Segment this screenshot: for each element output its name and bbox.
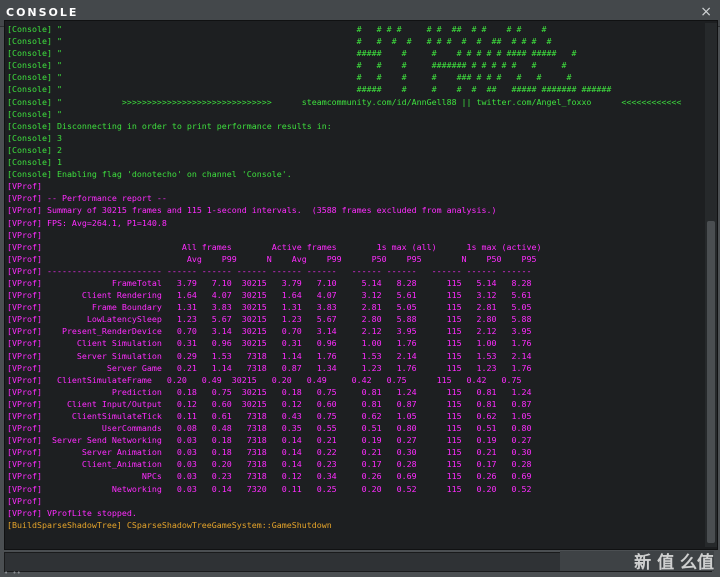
console-line: [VProf] -- Performance report -- <box>7 192 699 204</box>
console-line: [VProf] Server Animation 0.03 0.18 7318 … <box>7 446 699 458</box>
console-line-text: [VProf] Client Simulation 0.31 0.96 3021… <box>7 338 532 349</box>
console-window: CONSOLE × [Console] " # # # # # # ## # #… <box>0 0 720 577</box>
console-line-text: [VProf] Networking 0.03 0.14 7320 0.11 0… <box>7 483 532 494</box>
console-line-text: [VProf] FPS: Avg=264.1, P1=140.8 <box>7 217 167 228</box>
console-line: [VProf] Server Send Networking 0.03 0.18… <box>7 434 699 446</box>
console-line: [Console] " ##### # # # # # # # #### ###… <box>7 47 699 59</box>
console-line-text: [Console] 1 <box>7 157 62 168</box>
console-line-text: [VProf] <box>7 495 42 506</box>
console-line: [VProf] Summary of 30215 frames and 115 … <box>7 204 699 216</box>
console-line-text: [VProf] Server Send Networking 0.03 0.18… <box>7 435 532 446</box>
console-line: [Console] 2 <box>7 144 699 156</box>
console-line-text: [VProf] Summary of 30215 frames and 115 … <box>7 205 497 216</box>
console-line-text: [VProf] Client_Animation 0.03 0.20 7318 … <box>7 459 532 470</box>
footer-text: • •• <box>4 569 21 577</box>
console-line-text: [Console] " # # # ####### # # # # # # # <box>7 60 567 71</box>
console-line-text: [Console] 2 <box>7 144 62 155</box>
console-line: [VProf] ----------------------- ------ -… <box>7 265 699 277</box>
console-line-text: [VProf] Prediction 0.18 0.75 30215 0.18 … <box>7 386 532 397</box>
console-line: [VProf] Client_Animation 0.03 0.20 7318 … <box>7 458 699 470</box>
console-line-text: [Console] " ##### # # # # ## ##### #####… <box>7 84 612 95</box>
console-line: [VProf] Present_RenderDevice 0.70 3.14 3… <box>7 325 699 337</box>
console-line-text: [VProf] ClientSimulateFrame 0.20 0.49 30… <box>7 374 522 385</box>
console-line: [VProf] Prediction 0.18 0.75 30215 0.18 … <box>7 386 699 398</box>
console-line: [VProf] <box>7 495 699 507</box>
console-line-text: [VProf] Client Rendering 1.64 4.07 30215… <box>7 290 532 301</box>
console-line: [Console] " ##### # # # # ## ##### #####… <box>7 83 699 95</box>
console-line-text: [Console] 3 <box>7 132 62 143</box>
window-title: CONSOLE <box>6 6 79 19</box>
console-line-text: [VProf] Client Input/Output 0.12 0.60 30… <box>7 398 532 409</box>
watermark-logo: 新 值 么值 <box>634 553 714 573</box>
console-line-text: [VProf] <box>7 181 42 192</box>
console-line-text: [VProf] <box>7 229 42 240</box>
console-line-text: [Console] Enabling flag 'donotecho' on c… <box>7 169 292 180</box>
console-line: [VProf] <box>7 180 699 192</box>
console-line-text: [Console] " # # # # # # ## # # # # # <box>7 24 547 34</box>
close-icon[interactable]: × <box>700 4 712 20</box>
console-line-text: [VProf] Server Animation 0.03 0.18 7318 … <box>7 447 532 458</box>
console-line: [VProf] Server Simulation 0.29 1.53 7318… <box>7 350 699 362</box>
console-output: [Console] " # # # # # # ## # # # # # [Con… <box>7 23 699 547</box>
console-line-text: [Console] Disconnecting in order to prin… <box>7 120 332 131</box>
console-line: [VProf] Networking 0.03 0.14 7320 0.11 0… <box>7 483 699 495</box>
console-line-text: [BuildSparseShadowTree] CSparseShadowTre… <box>7 519 332 530</box>
console-line-text: [VProf] Frame Boundary 1.31 3.83 30215 1… <box>7 302 532 313</box>
console-line: [VProf] Client Rendering 1.64 4.07 30215… <box>7 289 699 301</box>
console-line: [Console] " # # # ####### # # # # # # # <box>7 59 699 71</box>
console-line-text: [VProf] LowLatencySleep 1.23 5.67 30215 … <box>7 314 532 325</box>
vertical-scrollbar[interactable] <box>705 23 717 547</box>
console-line: [VProf] All frames Active frames 1s max … <box>7 241 699 253</box>
console-line-text: [Console] " # # # # # # # # # ## # # # # <box>7 36 552 47</box>
console-line: [VProf] ClientSimulateTick 0.11 0.61 731… <box>7 410 699 422</box>
console-line: [Console] " >>>>>>>>>>>>>>>>>>>>>>>>>>>>… <box>7 96 699 108</box>
console-line: [VProf] Avg P99 N Avg P99 P50 P95 N P50 … <box>7 253 699 265</box>
console-line-text: [VProf] NPCs 0.03 0.23 7318 0.12 0.34 0.… <box>7 471 532 482</box>
console-line: [BuildSparseShadowTree] CSparseShadowTre… <box>7 519 699 531</box>
console-line: [Console] Enabling flag 'donotecho' on c… <box>7 168 699 180</box>
console-output-panel: [Console] " # # # # # # ## # # # # # [Con… <box>4 20 718 550</box>
console-line: [Console] " # # # # ### # # # # # # <box>7 71 699 83</box>
console-line: [Console] Disconnecting in order to prin… <box>7 120 699 132</box>
console-line: [Console] 3 <box>7 132 699 144</box>
console-line: [VProf] ClientSimulateFrame 0.20 0.49 30… <box>7 374 699 386</box>
console-line-text: [VProf] -- Performance report -- <box>7 193 167 204</box>
console-line-text: [VProf] Server Game 0.21 1.14 7318 0.87 … <box>7 362 532 373</box>
console-line: [Console] 1 <box>7 156 699 168</box>
scrollbar-thumb[interactable] <box>707 221 715 543</box>
console-line: [VProf] VProfLite stopped. <box>7 507 699 519</box>
console-line-text: [VProf] ClientSimulateTick 0.11 0.61 731… <box>7 411 532 421</box>
console-line-text: [Console] " >>>>>>>>>>>>>>>>>>>>>>>>>>>>… <box>7 96 682 107</box>
console-line-text: [Console] " <box>7 108 62 119</box>
console-line-text: [VProf] UserCommands 0.08 0.48 7318 0.35… <box>7 423 532 434</box>
console-line-text: [Console] " # # # # ### # # # # # # <box>7 72 572 83</box>
console-line: [VProf] Server Game 0.21 1.14 7318 0.87 … <box>7 362 699 374</box>
console-line: [VProf] Frame Boundary 1.31 3.83 30215 1… <box>7 301 699 313</box>
console-line: [VProf] LowLatencySleep 1.23 5.67 30215 … <box>7 313 699 325</box>
console-line: [VProf] UserCommands 0.08 0.48 7318 0.35… <box>7 422 699 434</box>
console-line-text: [VProf] VProfLite stopped. <box>7 507 137 518</box>
console-line: [VProf] NPCs 0.03 0.23 7318 0.12 0.34 0.… <box>7 470 699 482</box>
console-line: [VProf] FPS: Avg=264.1, P1=140.8 <box>7 217 699 229</box>
console-line: [Console] " <box>7 108 699 120</box>
console-line-text: [VProf] Server Simulation 0.29 1.53 7318… <box>7 350 532 361</box>
console-line-text: [Console] " ##### # # # # # # # #### ###… <box>7 48 577 59</box>
console-line: [VProf] FrameTotal 3.79 7.10 30215 3.79 … <box>7 277 699 289</box>
console-line: [Console] " # # # # # # # # # ## # # # # <box>7 35 699 47</box>
console-line: [Console] " # # # # # # ## # # # # # <box>7 23 699 35</box>
console-line: [VProf] Client Input/Output 0.12 0.60 30… <box>7 398 699 410</box>
console-line-text: [VProf] Avg P99 N Avg P99 P50 P95 N P50 … <box>7 253 537 264</box>
console-line-text: [VProf] All frames Active frames 1s max … <box>7 241 542 252</box>
console-line: [VProf] <box>7 229 699 241</box>
console-line-text: [VProf] ----------------------- ------ -… <box>7 265 532 276</box>
console-line: [VProf] Client Simulation 0.31 0.96 3021… <box>7 337 699 349</box>
console-line-text: [VProf] FrameTotal 3.79 7.10 30215 3.79 … <box>7 277 532 288</box>
console-line-text: [VProf] Present_RenderDevice 0.70 3.14 3… <box>7 326 532 337</box>
